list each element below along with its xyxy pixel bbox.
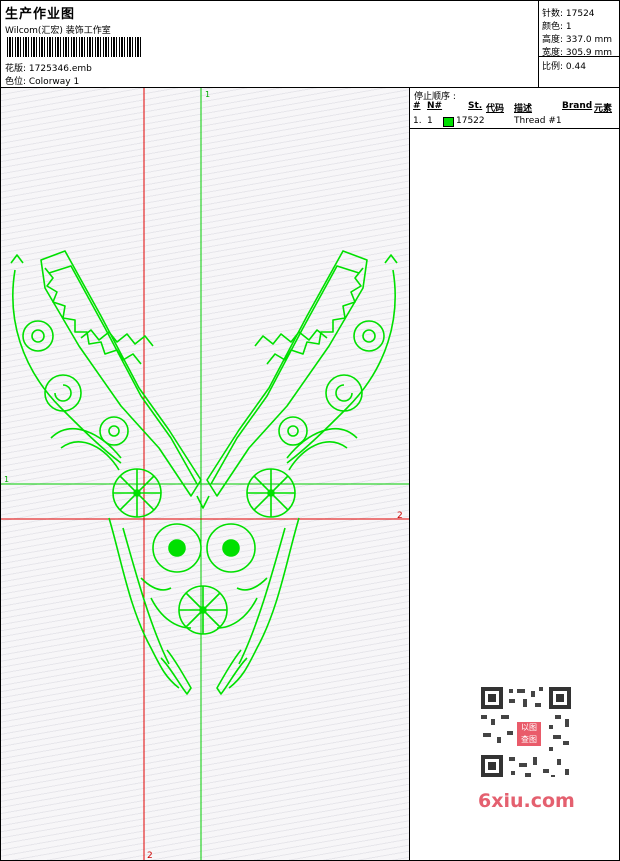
- column-header-stop: St.: [468, 101, 483, 111]
- colorway-label: 色位: Colorway 1: [5, 77, 80, 87]
- guide-label-green-horizontal: 1: [4, 475, 9, 484]
- stat-ratio: 比例: 0.44: [542, 62, 586, 72]
- color-swatch: [443, 117, 454, 127]
- table-divider: [410, 128, 619, 129]
- column-header-code: 代码: [486, 104, 505, 114]
- row-index: 1.: [413, 116, 422, 126]
- column-header-description: 描述: [514, 104, 533, 114]
- stat-stitches: 针数: 17524: [542, 9, 595, 19]
- column-header-brand: Brand: [562, 101, 593, 111]
- guide-label-red-horizontal: 2: [397, 511, 403, 521]
- barcode-icon: [7, 37, 141, 57]
- design-filename: 花版: 1725346.emb: [5, 64, 92, 74]
- column-header-element: 元素: [594, 104, 613, 114]
- stop-sequence-header: # N# St. 代码 描述 Brand 元素: [410, 101, 619, 114]
- embroidery-preview: 1 1 2 2: [1, 88, 409, 860]
- row-description: Thread #1: [514, 116, 562, 126]
- stat-colors: 颜色: 1: [542, 22, 572, 32]
- qr-code-watermark: 以图 查图: [471, 681, 581, 799]
- watermark-stamp: 以图 查图: [516, 721, 542, 747]
- column-header-needle: N#: [427, 101, 443, 111]
- stat-height: 高度: 337.0 mm: [542, 35, 613, 45]
- guide-label-green-vertical: 1: [205, 90, 210, 99]
- page-title: 生产作业图: [5, 7, 76, 22]
- table-row: 1. 1 17522 Thread #1: [410, 115, 619, 128]
- column-header-index: #: [413, 101, 421, 111]
- row-needle: 1: [427, 116, 433, 126]
- row-code: 17522: [456, 116, 485, 126]
- watermark-site: 6xiu.com: [478, 790, 575, 812]
- stats-panel: 针数: 17524 颜色: 1 高度: 337.0 mm 宽度: 305.9 m…: [538, 1, 619, 87]
- production-sheet: 生产作业图 Wilcom(汇宏) 装饰工作室 花版: 1725346.emb 色…: [0, 0, 620, 861]
- design-canvas: 1 1 2 2: [1, 88, 410, 860]
- guide-label-red-vertical: 2: [147, 851, 153, 860]
- company-subtitle: Wilcom(汇宏) 装饰工作室: [5, 26, 111, 36]
- stats-divider: [539, 56, 619, 57]
- header: 生产作业图 Wilcom(汇宏) 装饰工作室 花版: 1725346.emb 色…: [1, 1, 619, 88]
- embroidery-motif: [10, 250, 398, 695]
